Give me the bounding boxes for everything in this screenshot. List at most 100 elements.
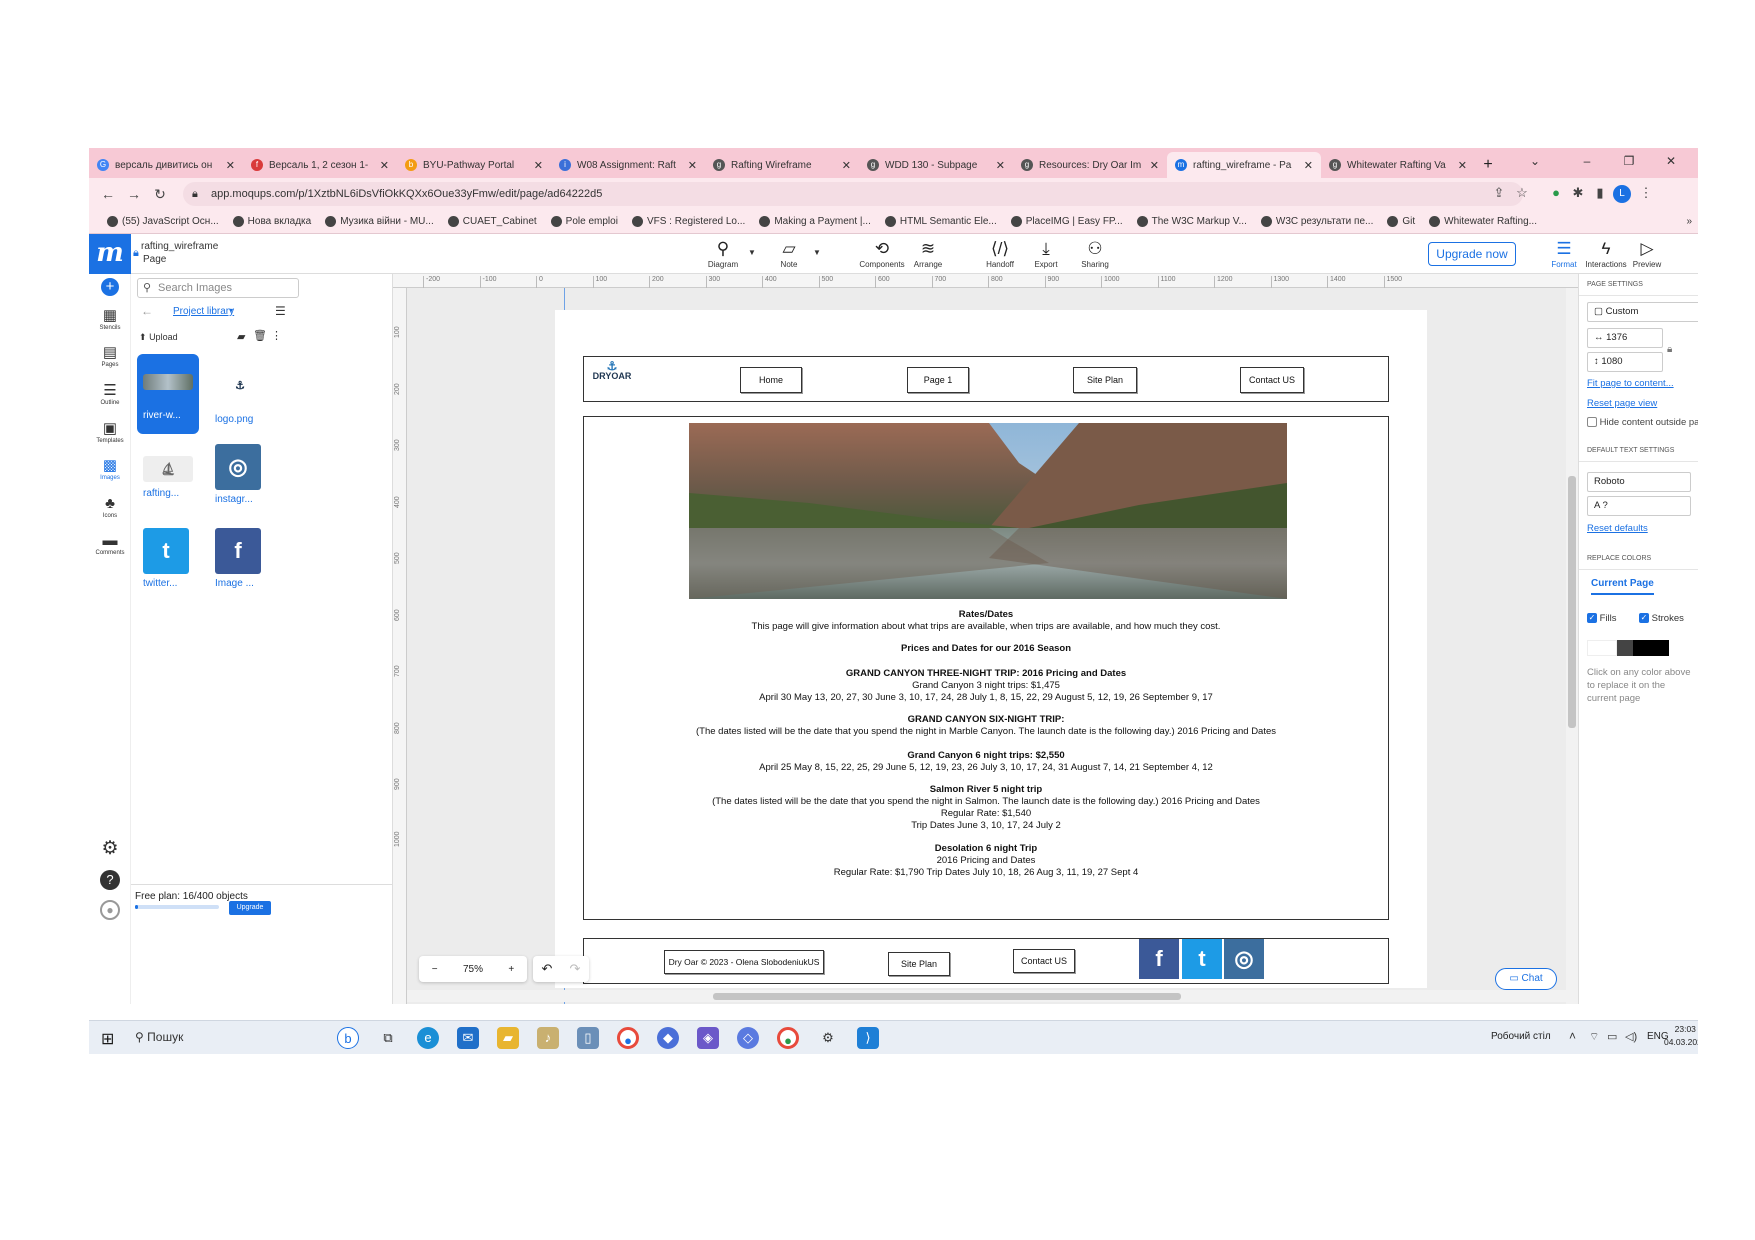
edge-icon[interactable]: e <box>417 1027 439 1049</box>
wf-nav-page1[interactable]: Page 1 <box>907 367 969 393</box>
app-icon[interactable]: ◈ <box>697 1027 719 1049</box>
checkbox[interactable]: ✓ <box>1639 613 1649 624</box>
app-icon[interactable]: ♪ <box>537 1027 559 1049</box>
reset-page-view-link[interactable]: Reset page view <box>1587 398 1657 409</box>
bookmark-item[interactable]: Making a Payment |... <box>753 216 877 227</box>
bookmark-item[interactable]: Whitewater Rafting... <box>1423 216 1543 227</box>
wf-nav-contact[interactable]: Contact US <box>1240 367 1304 393</box>
bookmark-item[interactable]: The W3C Markup V... <box>1131 216 1253 227</box>
upgrade-button[interactable]: Upgrade now <box>1428 242 1516 266</box>
vertical-scrollbar[interactable] <box>1566 288 1578 1004</box>
bookmark-item[interactable]: Музика війни - MU... <box>319 216 440 227</box>
zoom-out-button[interactable]: − <box>432 964 438 975</box>
battery-icon[interactable]: ▭ <box>1607 1030 1617 1043</box>
back-arrow-icon[interactable]: ← <box>141 304 153 318</box>
components-tool[interactable]: ⟲ Components <box>857 238 907 269</box>
tab-close-icon[interactable]: ✕ <box>688 159 697 172</box>
user-avatar-icon[interactable]: ● <box>89 900 131 920</box>
vscode-icon[interactable]: ⟩ <box>857 1027 879 1049</box>
chrome-icon[interactable]: ● <box>617 1027 639 1049</box>
strokes-option[interactable]: ✓ Strokes <box>1639 613 1684 624</box>
extension-icon[interactable]: ● <box>1547 185 1565 203</box>
tray-chevron-icon[interactable]: ˄ <box>1569 1029 1576 1043</box>
preview-tab[interactable]: ▷ Preview <box>1622 238 1672 269</box>
tab-close-icon[interactable]: ✕ <box>380 159 389 172</box>
note-tool[interactable]: ▱ Note <box>764 238 814 269</box>
page-width-input[interactable]: ↔ 1376 <box>1587 328 1663 348</box>
close-window-icon[interactable]: ✕ <box>1651 148 1691 174</box>
canvas-area[interactable]: -200 -100 0 100 200 300 400 500 600 700 800 900 1000… <box>393 274 1578 1004</box>
bookmark-item[interactable]: VFS : Registered Lo... <box>626 216 751 227</box>
color-swatch-gray[interactable] <box>1617 640 1633 656</box>
river-canyon-image[interactable] <box>689 423 1287 599</box>
bookmark-item[interactable]: CUAET_Cabinet <box>442 216 543 227</box>
wf-copyright[interactable]: Dry Oar © 2023 - Olena SlobodeniukUS <box>664 950 824 974</box>
bing-icon[interactable]: b <box>337 1027 359 1049</box>
chevron-down-icon[interactable]: ▼ <box>748 248 756 257</box>
folder-icon[interactable]: ▰ <box>497 1027 519 1049</box>
font-family-select[interactable]: Roboto <box>1587 472 1691 492</box>
rail-images[interactable]: ▩ Images <box>89 457 131 481</box>
app-icon[interactable]: ◆ <box>657 1027 679 1049</box>
color-swatch-white[interactable] <box>1587 640 1617 656</box>
settings-icon[interactable]: ⚙ <box>817 1027 839 1049</box>
moqups-logo[interactable]: m <box>89 234 131 274</box>
wf-nav-site-plan[interactable]: Site Plan <box>1073 367 1137 393</box>
asset-twitter[interactable]: t twitter... <box>137 524 199 604</box>
tab-close-icon[interactable]: ✕ <box>534 159 543 172</box>
more-icon[interactable]: ⋮ <box>271 329 282 342</box>
undo-icon[interactable]: ↶ <box>542 961 553 977</box>
plan-upgrade-button[interactable]: Upgrade <box>229 901 271 915</box>
help-icon[interactable]: ? <box>89 870 131 890</box>
tab-search-chevron-icon[interactable]: ⌄ <box>1515 148 1555 174</box>
sharing-tool[interactable]: ⚇ Sharing <box>1070 238 1120 269</box>
hide-outside-option[interactable]: Hide content outside page borders <box>1587 417 1698 428</box>
chevron-down-icon[interactable]: ▼ <box>813 248 821 257</box>
kebab-menu-icon[interactable]: ⋮ <box>1637 185 1655 203</box>
chat-button[interactable]: ▭ Chat <box>1495 968 1557 990</box>
bookmark-item[interactable]: (55) JavaScript Осн... <box>101 216 225 227</box>
chrome-active-icon[interactable]: ● <box>777 1027 799 1049</box>
taskbar-search[interactable]: ⚲ Пошук <box>135 1030 183 1044</box>
arrange-tool[interactable]: ≋ Arrange <box>903 238 953 269</box>
volume-icon[interactable]: ◁) <box>1625 1030 1637 1043</box>
windows-start-icon[interactable]: ⊞ <box>101 1029 114 1049</box>
tab-close-icon[interactable]: ✕ <box>1458 159 1467 172</box>
page-size-preset-select[interactable]: ▢ Custom <box>1587 302 1698 322</box>
rail-pages[interactable]: ▤ Pages <box>89 344 131 368</box>
reset-defaults-link[interactable]: Reset defaults <box>1587 523 1648 534</box>
tab-close-icon[interactable]: ✕ <box>1150 159 1159 172</box>
project-title[interactable]: rafting_wireframe Page <box>141 240 218 266</box>
project-library-link[interactable]: Project library <box>173 306 234 317</box>
bookmark-item[interactable]: W3C результати пе... <box>1255 216 1380 227</box>
mail-icon[interactable]: ✉ <box>457 1027 479 1049</box>
horizontal-scrollbar[interactable] <box>407 990 1566 1002</box>
tab-close-icon[interactable]: ✕ <box>1304 159 1313 172</box>
clock[interactable]: 23:03 04.03.2023 <box>1664 1023 1698 1049</box>
new-tab-button[interactable]: + <box>1475 152 1501 178</box>
wf-header[interactable]: ⚓︎ DRYOAR Home Page 1 Site Plan Contact … <box>583 356 1389 402</box>
tab-close-icon[interactable]: ✕ <box>996 159 1005 172</box>
bookmark-item[interactable]: Pole emploi <box>545 216 624 227</box>
asset-facebook[interactable]: f Image ... <box>209 524 271 604</box>
fit-page-link[interactable]: Fit page to content... <box>1587 378 1674 389</box>
bookmark-item[interactable]: HTML Semantic Ele... <box>879 216 1003 227</box>
font-size-input[interactable]: A ? <box>1587 496 1691 516</box>
wf-twitter-icon[interactable]: t <box>1182 939 1222 979</box>
new-folder-icon[interactable]: ▰ <box>237 330 245 343</box>
fills-option[interactable]: ✓ Fills <box>1587 613 1617 624</box>
upload-button[interactable]: ⬆ Upload <box>139 332 178 343</box>
tab-current-page[interactable]: Current Page <box>1591 578 1654 595</box>
wf-content[interactable]: Rates/Dates This page will give informat… <box>583 416 1389 920</box>
wf-footer[interactable]: Dry Oar © 2023 - Olena SlobodeniukUS Sit… <box>583 938 1389 984</box>
wf-footer-site-plan[interactable]: Site Plan <box>888 952 950 976</box>
browser-tab[interactable]: f Версаль 1, 2 сезон 1- ✕ <box>243 152 397 178</box>
app-icon[interactable]: ▯ <box>577 1027 599 1049</box>
rail-icons[interactable]: ♣ Icons <box>89 495 131 519</box>
zoom-in-button[interactable]: + <box>508 964 514 975</box>
asset-logo[interactable]: ⚓︎ logo.png <box>209 354 271 434</box>
browser-tab[interactable]: g WDD 130 - Subpage ✕ <box>859 152 1013 178</box>
vertical-scroll-thumb[interactable] <box>1568 476 1576 728</box>
reload-icon[interactable]: ↻ <box>147 186 173 203</box>
browser-tab[interactable]: b BYU-Pathway Portal ✕ <box>397 152 551 178</box>
